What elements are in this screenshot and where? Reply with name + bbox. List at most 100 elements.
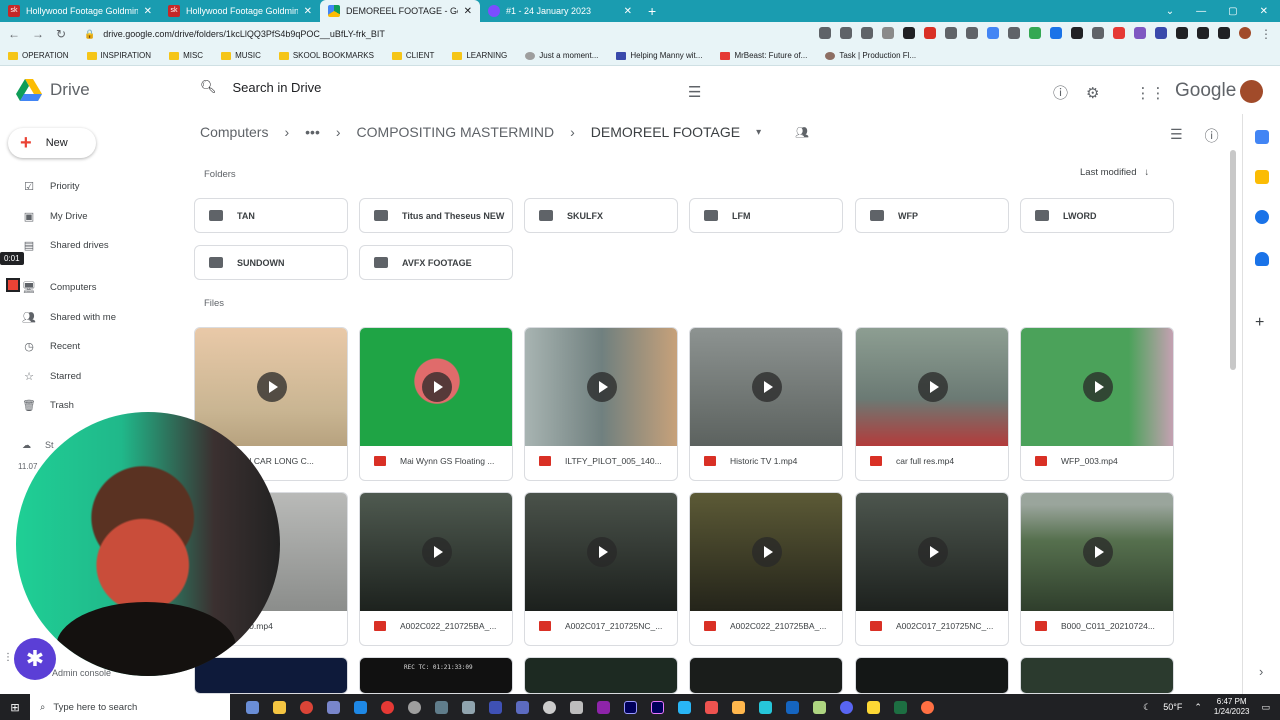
file-card[interactable] [524, 657, 678, 694]
close-tab-icon[interactable]: ✕ [464, 6, 472, 17]
file-card[interactable]: Mai Wynn GS Floating ... [359, 327, 513, 481]
extension-icon[interactable] [1092, 27, 1104, 39]
play-icon[interactable] [587, 537, 617, 567]
side-panel-icon[interactable] [1218, 27, 1230, 39]
bookmark-folder[interactable]: LEARNING [452, 51, 507, 60]
chevron-right-icon[interactable]: › [1259, 664, 1263, 679]
app-icon[interactable] [381, 700, 394, 714]
sidebar-item-computers[interactable]: 🖥︎ Computers [0, 273, 180, 302]
breadcrumb-item[interactable]: COMPOSITING MASTERMIND [357, 124, 555, 140]
premiere-icon[interactable] [651, 700, 664, 714]
app-icon[interactable] [543, 700, 556, 714]
play-icon[interactable] [752, 372, 782, 402]
more-horizontal-icon[interactable]: ••• [305, 124, 320, 140]
bookmark-link[interactable]: Just a moment... [525, 51, 598, 60]
new-tab-button[interactable]: + [640, 0, 664, 22]
app-icon[interactable] [786, 700, 799, 714]
play-icon[interactable] [1083, 372, 1113, 402]
clock[interactable]: 6:47 PM 1/24/2023 [1214, 697, 1250, 717]
app-icon[interactable] [678, 700, 691, 714]
settings-icon[interactable]: ⚙ [1086, 84, 1099, 102]
app-icon[interactable] [489, 700, 502, 714]
file-explorer-icon[interactable] [273, 700, 286, 714]
sidebar-item-priority[interactable]: ☑ Priority [0, 172, 180, 201]
extension-icon[interactable] [1008, 27, 1020, 39]
maximize-icon[interactable]: ▢ [1228, 6, 1237, 17]
browser-tab[interactable]: sk Hollywood Footage Goldmine - S ✕ [160, 0, 320, 22]
more-menu-icon[interactable]: ⋮ [1260, 27, 1272, 41]
help-icon[interactable]: ⓘ [1053, 82, 1068, 103]
app-icon[interactable] [327, 700, 340, 714]
app-icon[interactable] [759, 700, 772, 714]
bookmark-link[interactable]: Task | Production Fl... [825, 51, 916, 60]
apps-grid-icon[interactable]: ⋮⋮ [1135, 84, 1165, 102]
file-card[interactable]: A002C017_210725NC_... [855, 492, 1009, 646]
reload-icon[interactable]: ↻ [56, 27, 66, 41]
breadcrumb-item[interactable]: Computers [200, 124, 268, 140]
folder-item[interactable]: SUNDOWN [194, 245, 348, 280]
extension-icon[interactable] [903, 27, 915, 39]
file-card[interactable] [855, 657, 1009, 694]
chrome-icon[interactable] [300, 700, 313, 714]
file-card[interactable]: car full res.mp4 [855, 327, 1009, 481]
sidebar-item-my-drive[interactable]: ▣ My Drive [0, 201, 180, 230]
bookmark-folder[interactable]: INSPIRATION [86, 51, 151, 60]
close-tab-icon[interactable]: ✕ [624, 6, 632, 17]
chevron-down-icon[interactable]: ⌄ [1166, 6, 1174, 17]
tray-chevron-icon[interactable]: ⌃ [1194, 702, 1202, 713]
extension-icon[interactable] [1113, 27, 1125, 39]
bookmark-link[interactable]: MrBeast: Future of... [720, 51, 807, 60]
sidebar-item-starred[interactable]: ☆ Starred [0, 361, 180, 390]
close-window-icon[interactable]: ✕ [1260, 6, 1268, 17]
firefox-icon[interactable] [921, 700, 934, 714]
folder-item[interactable]: LFM [689, 198, 843, 233]
calendar-icon[interactable] [1255, 130, 1269, 144]
file-card[interactable] [689, 657, 843, 694]
after-effects-icon[interactable] [624, 700, 637, 714]
extension-icon[interactable] [945, 27, 957, 39]
sidebar-item-recent[interactable]: ◷ Recent [0, 332, 180, 361]
extension-icon[interactable] [987, 27, 999, 39]
shared-folder-icon[interactable]: 👥︎ [795, 126, 809, 139]
excel-icon[interactable] [894, 700, 907, 714]
sidebar-item-shared-with-me[interactable]: 👥︎ Shared with me [0, 303, 180, 332]
file-card[interactable]: WFP_003.mp4 [1020, 327, 1174, 481]
bookmark-link[interactable]: Helping Manny wit... [616, 51, 702, 60]
file-card[interactable]: A002C022_210725BA_... [359, 492, 513, 646]
puzzle-icon[interactable] [1176, 27, 1188, 39]
breadcrumb-current[interactable]: DEMOREEL FOOTAGE [591, 124, 740, 140]
sidebar-item-storage[interactable]: ☁ St [22, 440, 54, 451]
zoom-icon[interactable] [819, 27, 831, 39]
browser-tab[interactable]: #1 - 24 January 2023 ✕ [480, 0, 640, 22]
file-card[interactable]: ILTFY_PILOT_005_140... [524, 327, 678, 481]
details-icon[interactable]: ⓘ [1205, 126, 1219, 146]
record-stop-button[interactable] [6, 278, 20, 292]
share-icon[interactable] [840, 27, 852, 39]
search-icon[interactable]: 🔍︎ [200, 79, 217, 95]
file-card[interactable]: REC TC: 01:21:33:09 [359, 657, 513, 694]
avatar[interactable] [1240, 80, 1263, 103]
calculator-icon[interactable] [516, 700, 529, 714]
bookmark-folder[interactable]: MUSIC [221, 51, 261, 60]
discord-icon[interactable] [840, 700, 853, 714]
task-view-icon[interactable] [246, 700, 259, 714]
play-icon[interactable] [422, 537, 452, 567]
folder-item[interactable]: SKULFX [524, 198, 678, 233]
file-card[interactable] [1020, 657, 1174, 694]
extension-icon[interactable] [966, 27, 978, 39]
scrollbar[interactable] [1230, 150, 1236, 370]
bookmark-folder[interactable]: MISC [169, 51, 203, 60]
app-icon[interactable] [813, 700, 826, 714]
add-addon-icon[interactable]: + [1255, 314, 1264, 332]
tasks-icon[interactable] [1255, 210, 1269, 224]
folder-item[interactable]: WFP [855, 198, 1009, 233]
contacts-icon[interactable] [1255, 252, 1269, 266]
sidebar-item-shared-drives[interactable]: ▤ Shared drives [0, 231, 180, 260]
reading-list-icon[interactable] [1197, 27, 1209, 39]
forward-icon[interactable]: → [32, 27, 44, 41]
extension-icon[interactable] [1134, 27, 1146, 39]
file-card[interactable]: Historic TV 1.mp4 [689, 327, 843, 481]
bookmark-folder[interactable]: CLIENT [391, 51, 434, 60]
app-icon[interactable] [705, 700, 718, 714]
profile-avatar[interactable] [1239, 27, 1251, 39]
